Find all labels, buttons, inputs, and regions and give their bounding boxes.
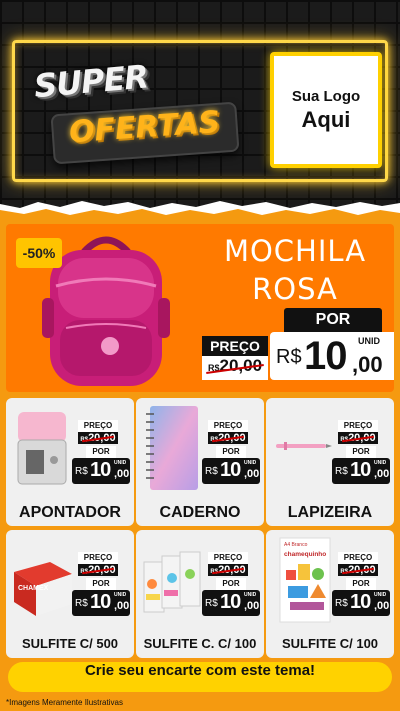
new-int: 10 — [90, 459, 111, 481]
por-label: POR — [86, 578, 116, 590]
new-price: R$ 10 UNID ,00 — [72, 590, 130, 616]
new-currency: R$ — [75, 466, 88, 477]
logo-line2: Aqui — [301, 106, 351, 132]
new-currency: R$ — [205, 598, 218, 609]
unit: UNID — [114, 592, 127, 598]
colored-paper-packs-icon — [143, 551, 201, 613]
featured-title: MOCHILA ROSA — [196, 232, 394, 308]
new-price: R$ 10 UNID ,00 — [332, 458, 390, 484]
por-label: POR — [216, 446, 246, 458]
pack-brand-text: chamequinho — [284, 551, 326, 558]
product-card-apontador[interactable]: PREÇO R$20,00 POR R$10UNID ,00 APONTADOR — [6, 398, 134, 526]
logo-placeholder[interactable]: Sua Logo Aqui — [270, 52, 382, 168]
featured-new-currency: R$ — [276, 346, 302, 368]
new-int: 10 — [90, 591, 111, 613]
featured-name-line2: ROSA — [252, 272, 338, 306]
chamequinho-pack-icon: A4 Branco chamequinho — [279, 537, 331, 623]
featured-old-price: R$20,00 — [202, 356, 268, 380]
por-label: POR — [216, 578, 246, 590]
pack-sub-text: A4 Branco — [284, 542, 308, 548]
featured-new-price: R$ 10 UNID ,00 — [270, 332, 394, 380]
logo-line1: Sua Logo — [291, 87, 361, 105]
product-name: LAPIZEIRA — [287, 504, 373, 521]
featured-por-label: POR — [284, 308, 382, 332]
new-dec: ,00 — [374, 600, 390, 612]
new-price: R$ 10 UNID ,00 — [332, 590, 390, 616]
preco-label: PREÇO — [208, 420, 248, 432]
new-dec: ,00 — [114, 600, 130, 612]
new-int: 10 — [350, 459, 371, 481]
paper-ream-icon: CHAMEX — [14, 562, 72, 616]
unit: UNID — [244, 592, 257, 598]
product-card-sulfite-color-100[interactable]: PREÇO R$20,00 POR R$10UNID ,00 SULFITE C.… — [136, 530, 264, 658]
new-currency: R$ — [205, 466, 218, 477]
new-dec: ,00 — [114, 468, 130, 480]
product-name: CADERNO — [159, 504, 241, 521]
new-currency: R$ — [335, 466, 348, 477]
unit: UNID — [374, 460, 387, 466]
featured-new-dec: ,00 — [352, 352, 383, 377]
product-name: APONTADOR — [19, 504, 121, 521]
new-price: R$ 10 UNID ,00 — [202, 458, 260, 484]
product-card-caderno[interactable]: PREÇO R$20,00 POR R$10UNID ,00 CADERNO — [136, 398, 264, 526]
ream-brand-text: CHAMEX — [18, 585, 49, 592]
preco-label: PREÇO — [78, 552, 118, 564]
new-price: R$ 10 UNID ,00 — [202, 590, 260, 616]
preco-label: PREÇO — [338, 420, 378, 432]
featured-preco-label: PREÇO — [202, 336, 268, 356]
featured-name-line1: MOCHILA — [223, 234, 367, 268]
por-label: POR — [346, 578, 376, 590]
cta-button[interactable]: Crie seu encarte com este tema! — [8, 662, 392, 692]
new-int: 10 — [350, 591, 371, 613]
featured-unit: UNID — [358, 336, 380, 346]
new-currency: R$ — [335, 598, 348, 609]
old-price: R$20,00 — [338, 564, 378, 576]
header-banner: SUPER OFERTAS Sua Logo Aqui — [0, 0, 400, 210]
product-name: SULFITE C/ 100 — [281, 636, 379, 651]
product-card-sulfite-500[interactable]: CHAMEX PREÇO R$20,00 POR R$10UNID ,00 SUL… — [6, 530, 134, 658]
preco-label: PREÇO — [78, 420, 118, 432]
new-currency: R$ — [75, 598, 88, 609]
notebook-icon — [146, 406, 198, 490]
new-price: R$ 10 UNID ,00 — [72, 458, 130, 484]
product-card-sulfite-100[interactable]: A4 Branco chamequinho PREÇO R$20,00 POR … — [266, 530, 394, 658]
featured-new-int: 10 — [304, 334, 347, 378]
old-price: R$20,00 — [338, 432, 378, 444]
product-name: SULFITE C/ 500 — [21, 636, 119, 651]
product-card-lapizeira[interactable]: PREÇO R$20,00 POR R$10UNID ,00 LAPIZEIRA — [266, 398, 394, 526]
mechanical-pencil-icon — [276, 442, 332, 450]
unit: UNID — [374, 592, 387, 598]
product-name: SULFITE C. C/ 100 — [143, 636, 257, 651]
old-price: R$20,00 — [208, 432, 248, 444]
unit: UNID — [114, 460, 127, 466]
preco-label: PREÇO — [338, 552, 378, 564]
disclaimer-text: *Imagens Meramente Ilustrativas — [6, 698, 123, 707]
por-label: POR — [86, 446, 116, 458]
unit: UNID — [244, 460, 257, 466]
sharpener-icon — [17, 412, 67, 485]
featured-product[interactable]: -50% MOCHILA ROSA POR PREÇO R$20,00 R$ 1… — [6, 224, 394, 392]
por-label: POR — [346, 446, 376, 458]
new-int: 10 — [220, 459, 241, 481]
preco-label: PREÇO — [208, 552, 248, 564]
old-price: R$20,00 — [78, 564, 118, 576]
new-int: 10 — [220, 591, 241, 613]
old-price: R$20,00 — [208, 564, 248, 576]
new-dec: ,00 — [244, 468, 260, 480]
torn-paper-edge — [0, 201, 400, 218]
discount-badge: -50% — [16, 238, 62, 268]
new-dec: ,00 — [374, 468, 390, 480]
new-dec: ,00 — [244, 600, 260, 612]
old-price: R$20,00 — [78, 432, 118, 444]
